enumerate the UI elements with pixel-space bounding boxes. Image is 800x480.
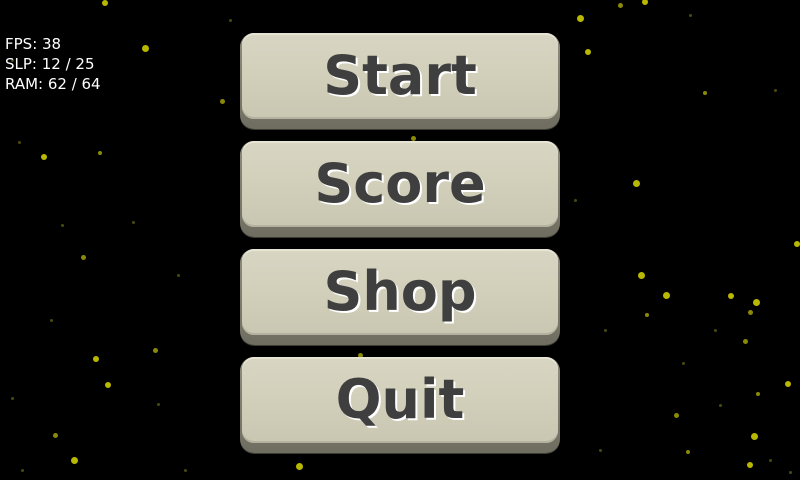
debug-overlay: FPS: 38 SLP: 12 / 25 RAM: 62 / 64 — [5, 34, 101, 94]
ram-readout: RAM: 62 / 64 — [5, 75, 101, 93]
star-particle — [713, 328, 717, 332]
star-particle — [41, 154, 47, 160]
star-particle — [80, 254, 86, 260]
star-particle — [756, 392, 760, 396]
star-particle — [645, 313, 649, 317]
game-screen: FPS: 38 SLP: 12 / 25 RAM: 62 / 64 Start … — [0, 0, 800, 480]
star-particle — [750, 432, 758, 440]
star-particle — [219, 98, 225, 104]
star-particle — [662, 291, 670, 299]
fps-readout: FPS: 38 — [5, 35, 62, 53]
sleep-readout: SLP: 12 / 25 — [5, 55, 95, 73]
star-particle — [686, 450, 690, 454]
star-particle — [752, 298, 760, 306]
star-particle — [573, 198, 577, 202]
star-particle — [176, 273, 180, 277]
star-particle — [603, 328, 607, 332]
score-button[interactable]: Score — [240, 141, 560, 237]
star-particle — [585, 49, 591, 55]
star-particle — [141, 44, 149, 52]
star-particle — [183, 468, 187, 472]
star-particle — [102, 0, 108, 6]
star-particle — [295, 462, 303, 470]
star-particle — [17, 140, 21, 144]
star-particle — [637, 271, 645, 279]
star-particle — [20, 468, 24, 472]
star-particle — [98, 151, 102, 155]
quit-button-label: Quit — [335, 368, 465, 431]
star-particle — [688, 13, 692, 17]
star-particle — [632, 179, 640, 187]
start-button[interactable]: Start — [240, 33, 560, 129]
quit-button[interactable]: Quit — [240, 357, 560, 453]
star-particle — [228, 18, 232, 22]
star-particle — [131, 220, 135, 224]
star-particle — [49, 318, 53, 322]
shop-button-label: Shop — [323, 260, 477, 323]
shop-button[interactable]: Shop — [240, 249, 560, 345]
start-button-label: Start — [323, 44, 477, 107]
star-particle — [785, 381, 791, 387]
star-particle — [598, 448, 602, 452]
score-button-label: Score — [314, 152, 486, 215]
star-particle — [703, 91, 707, 95]
star-particle — [70, 456, 78, 464]
star-particle — [60, 223, 64, 227]
star-particle — [747, 462, 753, 468]
star-particle — [768, 458, 772, 462]
star-particle — [52, 432, 58, 438]
star-particle — [718, 403, 722, 407]
star-particle — [10, 396, 14, 400]
star-particle — [576, 14, 584, 22]
star-particle — [410, 135, 416, 141]
star-particle — [93, 356, 99, 362]
star-particle — [794, 241, 800, 247]
star-particle — [617, 2, 623, 8]
star-particle — [152, 347, 158, 353]
star-particle — [105, 382, 111, 388]
star-particle — [742, 338, 748, 344]
star-particle — [156, 402, 160, 406]
star-particle — [728, 293, 734, 299]
star-particle — [681, 361, 685, 365]
star-particle — [642, 0, 648, 5]
star-particle — [673, 412, 679, 418]
star-particle — [773, 88, 777, 92]
star-particle — [788, 470, 792, 474]
star-particle — [747, 309, 753, 315]
